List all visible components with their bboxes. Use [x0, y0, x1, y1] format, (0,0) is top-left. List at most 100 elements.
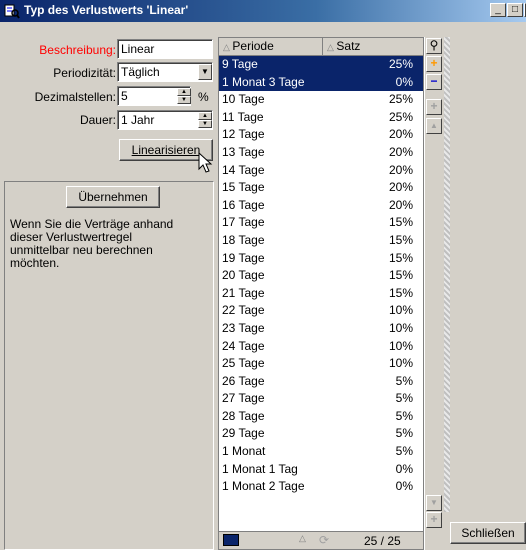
list-item[interactable]: 18 Tage 15%	[219, 232, 423, 250]
expand-icon[interactable]: +	[426, 512, 442, 528]
periodizitaet-value: Täglich	[121, 65, 160, 79]
periode-cell: 12 Tage	[222, 127, 265, 142]
satz-cell: 25%	[388, 92, 413, 107]
satz-cell: 25%	[388, 57, 413, 71]
satz-cell: 15%	[388, 268, 413, 283]
list-toolbar: ⚲ + − + ▲ ▼ +	[424, 37, 442, 550]
search-icon[interactable]: ⚲	[426, 38, 442, 54]
satz-cell: 10%	[388, 320, 413, 335]
resize-strip[interactable]	[444, 37, 450, 512]
periode-cell: 28 Tage	[222, 408, 265, 423]
sort-triangle-icon: △	[299, 533, 306, 543]
periode-cell: 27 Tage	[222, 391, 265, 406]
beschreibung-label: Beschreibung:	[39, 43, 116, 57]
title-bar[interactable]: Typ des Verlustwerts 'Linear' _ □ ×	[0, 0, 526, 22]
list-item[interactable]: 10 Tage 25%	[219, 91, 423, 109]
beschreibung-input[interactable]: Linear	[117, 39, 213, 59]
list-item[interactable]: 14 Tage 20%	[219, 162, 423, 180]
list-item[interactable]: 1 Monat 5%	[219, 443, 423, 461]
periode-cell: 23 Tage	[222, 320, 265, 335]
satz-cell: 5%	[395, 426, 413, 441]
satz-cell: 20%	[388, 162, 413, 177]
dauer-label: Dauer:	[79, 113, 116, 127]
satz-cell: 5%	[395, 408, 413, 423]
schliessen-button[interactable]: Schließen	[450, 522, 526, 544]
periode-cell: 21 Tage	[222, 285, 265, 300]
list-item[interactable]: 26 Tage 5%	[219, 373, 423, 391]
list-item[interactable]: 17 Tage 15%	[219, 214, 423, 232]
satz-cell: 20%	[388, 127, 413, 142]
list-item[interactable]: 15 Tage 20%	[219, 179, 423, 197]
satz-cell: 5%	[395, 391, 413, 406]
satz-cell: 5%	[395, 373, 413, 388]
list-item[interactable]: 12 Tage 20%	[219, 126, 423, 144]
list-item[interactable]: 1 Monat 2 Tage 0%	[219, 478, 423, 496]
periode-cell: 1 Monat 2 Tage	[222, 479, 305, 494]
add-icon[interactable]: +	[426, 56, 442, 72]
calendar-icon[interactable]	[223, 534, 239, 546]
mouse-cursor-icon	[198, 152, 213, 173]
chevron-down-icon[interactable]: ▼	[198, 64, 212, 80]
list-item[interactable]: 13 Tage 20%	[219, 144, 423, 162]
remove-icon[interactable]: −	[426, 74, 442, 90]
list-rows: 9 Tage 25% 1 Monat 3 Tage 0% 10 Tage 25% 11 Ta…	[219, 56, 423, 496]
list-item[interactable]: 1 Monat 3 Tage 0%	[219, 73, 423, 92]
periode-cell: 17 Tage	[222, 215, 265, 230]
satz-cell: 20%	[388, 144, 413, 159]
scroll-down-icon[interactable]: ▼	[426, 495, 442, 511]
list-item[interactable]: 24 Tage 10%	[219, 338, 423, 356]
periode-cell: 11 Tage	[222, 109, 264, 124]
list-item[interactable]: 20 Tage 15%	[219, 267, 423, 285]
satz-cell: 15%	[388, 215, 413, 230]
dauer-spinner[interactable]: ▲ ▼	[198, 112, 212, 128]
app-icon	[4, 4, 20, 19]
satz-cell: 25%	[388, 109, 413, 124]
periode-cell: 15 Tage	[222, 180, 265, 195]
list-header: △ Periode △ Satz	[219, 38, 423, 56]
list-item[interactable]: 19 Tage 15%	[219, 250, 423, 268]
satz-cell: 15%	[388, 250, 413, 265]
list-item[interactable]: 23 Tage 10%	[219, 320, 423, 338]
dezimalstellen-spinner[interactable]: ▲ ▼	[177, 88, 191, 104]
periode-cell: 18 Tage	[222, 232, 265, 247]
list-item[interactable]: 29 Tage 5%	[219, 425, 423, 443]
periode-cell: 29 Tage	[222, 426, 265, 441]
periode-cell: 20 Tage	[222, 268, 265, 283]
periode-cell: 19 Tage	[222, 250, 265, 265]
period-list[interactable]: △ Periode △ Satz 9 Tage 25% 1 Monat 3 Tage…	[218, 37, 424, 550]
periode-cell: 13 Tage	[222, 144, 265, 159]
periode-cell: 1 Monat 1 Tag	[222, 461, 298, 476]
refresh-icon[interactable]: ⟳	[319, 533, 329, 547]
satz-cell: 10%	[388, 338, 413, 353]
list-item[interactable]: 11 Tage 25%	[219, 109, 423, 127]
periode-cell: 9 Tage	[222, 57, 258, 71]
copy-icon[interactable]: +	[426, 99, 442, 115]
satz-cell: 15%	[388, 285, 413, 300]
list-item[interactable]: 16 Tage 20%	[219, 197, 423, 215]
satz-cell: 0%	[395, 461, 413, 476]
list-item[interactable]: 21 Tage 15%	[219, 285, 423, 303]
list-item[interactable]: 22 Tage 10%	[219, 302, 423, 320]
record-counter: 25 / 25	[364, 534, 401, 548]
periode-cell: 25 Tage	[222, 356, 265, 371]
window-title: Typ des Verlustwerts 'Linear'	[24, 3, 189, 17]
list-item[interactable]: 1 Monat 1 Tag 0%	[219, 461, 423, 479]
list-item[interactable]: 27 Tage 5%	[219, 390, 423, 408]
percent-unit-label: %	[198, 90, 209, 104]
list-item[interactable]: 25 Tage 10%	[219, 355, 423, 373]
column-header-periode[interactable]: △ Periode	[219, 38, 323, 56]
periode-cell: 24 Tage	[222, 338, 265, 353]
periode-cell: 16 Tage	[222, 197, 265, 212]
list-item[interactable]: 9 Tage 25%	[219, 56, 423, 74]
uebernehmen-button[interactable]: Übernehmen	[66, 186, 160, 208]
satz-cell: 20%	[388, 197, 413, 212]
column-header-satz[interactable]: △ Satz	[323, 38, 423, 56]
periode-cell: 1 Monat 3 Tage	[222, 74, 305, 89]
maximize-button[interactable]: □	[507, 3, 523, 17]
list-item[interactable]: 28 Tage 5%	[219, 408, 423, 426]
minimize-button[interactable]: _	[490, 3, 506, 17]
periode-cell: 22 Tage	[222, 303, 265, 318]
dezimalstellen-label: Dezimalstellen:	[34, 90, 116, 104]
periode-cell: 10 Tage	[222, 92, 265, 107]
scroll-up-icon[interactable]: ▲	[426, 118, 442, 134]
